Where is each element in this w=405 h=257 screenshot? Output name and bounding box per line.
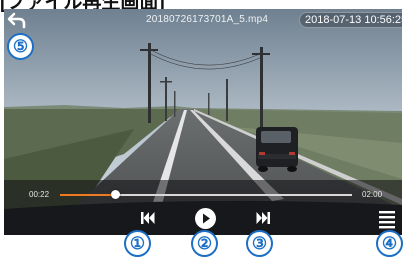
playlist-icon xyxy=(379,211,395,229)
callout-3: ③ xyxy=(246,230,273,257)
seek-bar[interactable] xyxy=(60,190,352,199)
callout-4: ④ xyxy=(376,230,403,257)
seek-bar-progress xyxy=(60,194,116,196)
total-time: 02:00 xyxy=(362,190,383,199)
back-button[interactable] xyxy=(6,11,28,29)
callout-5: ⑤ xyxy=(7,33,34,60)
back-arrow-icon xyxy=(7,12,26,29)
skip-previous-icon xyxy=(141,212,155,224)
playlist-button[interactable] xyxy=(376,208,398,230)
skip-next-icon xyxy=(256,212,270,224)
next-button[interactable] xyxy=(254,210,272,226)
recording-datetime: 2018-07-13 10:56:25 xyxy=(299,12,402,28)
page-heading: [ファイル再生画面] xyxy=(0,0,165,13)
top-bar: 20180726173701A_5.mp4 2018-07-13 10:56:2… xyxy=(4,9,402,31)
callout-2: ② xyxy=(191,230,218,257)
previous-button[interactable] xyxy=(139,210,157,226)
callout-1: ① xyxy=(124,230,151,257)
play-button[interactable] xyxy=(194,207,217,230)
seek-bar-handle[interactable] xyxy=(111,190,121,199)
playback-controls: 00:22 02:00 xyxy=(4,180,402,235)
current-time: 00:22 xyxy=(29,190,50,199)
play-icon xyxy=(195,208,216,229)
video-filename: 20180726173701A_5.mp4 xyxy=(146,14,269,25)
video-player: 20180726173701A_5.mp4 2018-07-13 10:56:2… xyxy=(4,9,402,235)
